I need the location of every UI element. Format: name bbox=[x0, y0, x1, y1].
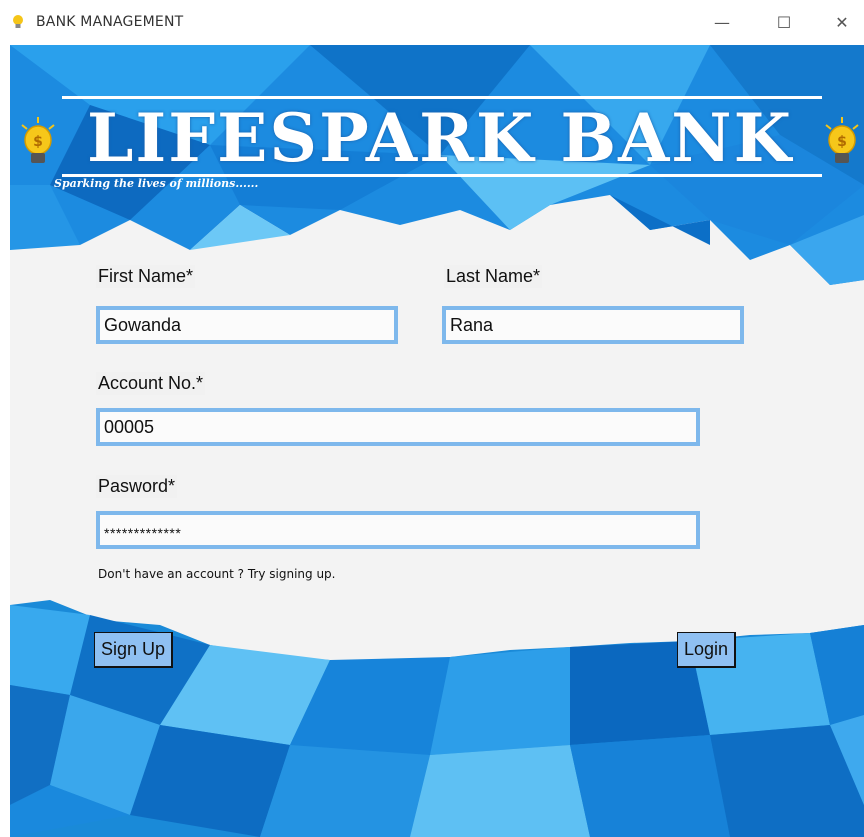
first-name-label: First Name* bbox=[96, 265, 196, 288]
last-name-field[interactable]: Rana bbox=[442, 306, 744, 344]
account-number-label: Account No.* bbox=[96, 372, 206, 395]
bank-logo-banner: LIFESPARK BANK bbox=[50, 93, 830, 183]
minimize-button[interactable]: — bbox=[708, 8, 736, 36]
lightbulb-dollar-icon: $ bbox=[825, 117, 859, 163]
last-name-label: Last Name* bbox=[444, 265, 543, 288]
bank-name: LIFESPARK BANK bbox=[86, 99, 793, 177]
signup-hint: Don't have an account ? Try signing up. bbox=[98, 567, 336, 581]
window-border bbox=[0, 45, 10, 837]
title-bar: BANK MANAGEMENT — ☐ ✕ bbox=[0, 0, 864, 45]
svg-text:$: $ bbox=[837, 134, 847, 150]
maximize-button[interactable]: ☐ bbox=[770, 8, 798, 36]
svg-text:$: $ bbox=[33, 134, 43, 150]
lightbulb-icon bbox=[13, 15, 23, 28]
sign-up-button[interactable]: Sign Up bbox=[94, 632, 174, 668]
lightbulb-dollar-icon: $ bbox=[21, 117, 55, 163]
window-title: BANK MANAGEMENT bbox=[36, 14, 184, 30]
password-field[interactable]: ************* bbox=[96, 511, 700, 549]
first-name-field[interactable]: Gowanda bbox=[96, 306, 398, 344]
bank-tagline: Sparking the lives of millions...... bbox=[54, 177, 259, 190]
account-number-field[interactable]: 00005 bbox=[96, 408, 700, 446]
login-button[interactable]: Login bbox=[677, 632, 737, 668]
login-panel: LIFESPARK BANK $ $ Sparking the lives of… bbox=[10, 45, 864, 837]
password-label: Pasword* bbox=[96, 475, 178, 498]
close-button[interactable]: ✕ bbox=[828, 8, 856, 36]
